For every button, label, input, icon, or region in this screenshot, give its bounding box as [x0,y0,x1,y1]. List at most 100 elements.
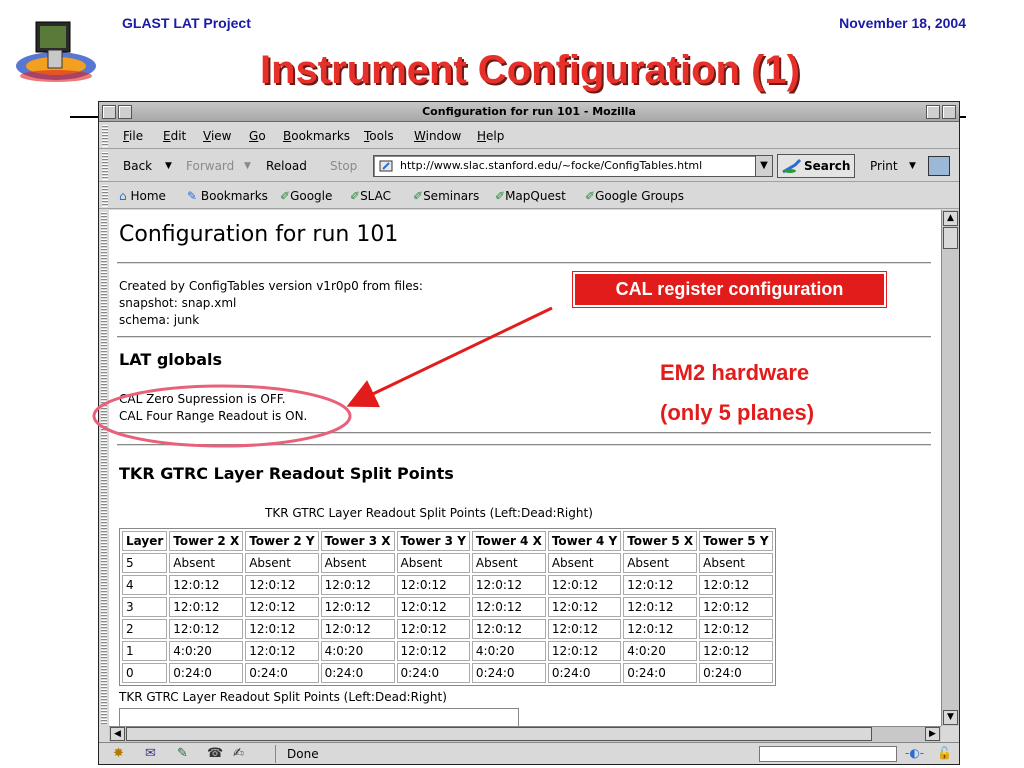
table-cell: 4 [122,575,168,595]
url-dropdown-icon[interactable]: ▼ [755,155,773,177]
scroll-up-arrow-icon[interactable]: ▲ [943,211,958,226]
personal-toolbar: ⌂ Home ✎ Bookmarks ✐Google ✐SLAC ✐Semina… [99,183,959,209]
table-column-header: Tower 3 Y [396,531,470,551]
horizontal-scrollbar[interactable]: ◀ ▶ [109,726,941,742]
table-cell: 12:0:12 [699,641,773,661]
table-cell: 12:0:12 [245,619,319,639]
connection-icon: -◐- [905,746,925,760]
table-cell: 12:0:12 [547,575,622,595]
table-cell: 0 [122,663,168,683]
mapquest-link[interactable]: ✐MapQuest [495,189,566,203]
chat-icon[interactable]: ✍ [233,746,244,761]
composer-icon[interactable]: ✎ [177,746,188,761]
security-lock-icon[interactable]: 🔓 [937,746,952,760]
menu-file[interactable]: File [123,129,143,143]
window-title: Configuration for run 101 - Mozilla [422,105,636,118]
table-cell: 12:0:12 [699,575,773,595]
table-column-header: Tower 5 X [623,531,698,551]
table-column-header: Tower 4 X [471,531,546,551]
vertical-scroll-thumb[interactable] [943,227,958,249]
navigation-toolbar: Back ▼ Forward ▼ Reload Stop http://www.… [99,150,959,182]
window-shade-button[interactable] [118,105,132,119]
table-column-header: Tower 4 Y [547,531,622,551]
mail-icon[interactable]: ✉ [145,746,156,761]
menu-bookmarks[interactable]: Bookmarks [283,129,350,143]
window-titlebar[interactable]: Configuration for run 101 - Mozilla [99,102,959,122]
table-row: 3 12:0:12 12:0:12 12:0:12 12:0:12 12:0:12 12:0… [122,597,773,617]
search-label: Search [804,159,851,173]
scroll-down-arrow-icon[interactable]: ▼ [943,710,958,725]
slac-link[interactable]: ✐SLAC [350,189,391,203]
table-row: 0 0:24:0 0:24:0 0:24:0 0:24:0 0:24:0 0:24:0 0:2… [122,663,773,683]
menu-window[interactable]: Window [414,129,461,143]
status-separator [275,745,276,763]
menu-bar: File Edit View Go Bookmarks Tools Window… [99,123,959,149]
table-cell: 12:0:12 [396,597,470,617]
seminars-link[interactable]: ✐Seminars [413,189,479,203]
table-cell: 12:0:12 [320,619,395,639]
scroll-right-arrow-icon[interactable]: ▶ [925,727,940,741]
slide-title: Instrument Configuration (1) [260,48,800,92]
tkr-split-points-table: Layer Tower 2 X Tower 2 Y Tower 3 X Tower 3 … [119,528,776,686]
menu-view[interactable]: View [203,129,231,143]
scroll-left-arrow-icon[interactable]: ◀ [110,727,125,741]
menu-help[interactable]: Help [477,129,504,143]
table-cell: 12:0:12 [320,597,395,617]
table-cell: 0:24:0 [169,663,244,683]
table-cell: 12:0:12 [169,597,244,617]
table-column-header: Tower 5 Y [699,531,773,551]
toolbar-grip[interactable] [102,125,108,147]
bookmark-pen-icon: ✐ [350,189,361,203]
navigator-icon[interactable]: ✸ [113,746,124,761]
mapquest-label: MapQuest [505,189,566,203]
print-button[interactable]: Print [870,159,898,173]
table-cell: 0:24:0 [623,663,698,683]
table-caption-2: TKR GTRC Layer Readout Split Points (Lef… [119,690,447,704]
toolbar-grip[interactable] [102,185,108,207]
menu-go[interactable]: Go [249,129,266,143]
table-column-header: Tower 3 X [320,531,395,551]
throbber-icon[interactable] [928,156,950,176]
url-input[interactable]: http://www.slac.stanford.edu/~focke/Conf… [373,155,769,177]
menu-edit[interactable]: Edit [163,129,186,143]
tkr-heading: TKR GTRC Layer Readout Split Points [119,464,454,483]
back-dropdown-icon[interactable]: ▼ [165,161,172,171]
table-cell: 12:0:12 [623,597,698,617]
google-link[interactable]: ✐Google [280,189,332,203]
table-header-row: Layer Tower 2 X Tower 2 Y Tower 3 X Tower 3 … [122,531,773,551]
print-dropdown-icon[interactable]: ▼ [909,161,916,171]
menu-tools[interactable]: Tools [364,129,394,143]
second-table-partial [119,708,519,726]
bookmark-pen-icon: ✐ [413,189,424,203]
google-groups-link[interactable]: ✐Google Groups [585,189,684,203]
vertical-scrollbar[interactable]: ▲ ▼ [941,210,959,726]
sidebar-grip[interactable] [101,212,107,724]
home-link[interactable]: ⌂ Home [119,189,166,203]
table-column-header: Tower 2 Y [245,531,319,551]
address-book-icon[interactable]: ☎ [207,746,223,761]
stop-button[interactable]: Stop [330,159,357,173]
back-button[interactable]: Back [123,159,152,173]
table-cell: Absent [396,553,470,573]
table-column-header: Tower 2 X [169,531,244,551]
google-groups-label: Google Groups [595,189,684,203]
window-maximize-button[interactable] [942,105,956,119]
table-cell: 12:0:12 [547,597,622,617]
lat-globals-heading: LAT globals [119,350,223,369]
bookmark-pen-icon: ✐ [495,189,506,203]
progress-meter [759,746,897,762]
toolbar-grip[interactable] [102,152,108,180]
window-minimize-button[interactable] [926,105,940,119]
divider [117,432,931,434]
search-button[interactable]: Search [777,154,855,178]
table-cell: Absent [623,553,698,573]
table-cell: 0:24:0 [320,663,395,683]
forward-dropdown-icon[interactable]: ▼ [244,161,251,171]
forward-button[interactable]: Forward [186,159,234,173]
table-cell: 0:24:0 [547,663,622,683]
window-menu-button[interactable] [102,105,116,119]
reload-button[interactable]: Reload [266,159,307,173]
horizontal-scroll-thumb[interactable] [126,727,872,741]
bookmarks-link[interactable]: ✎ Bookmarks [187,189,268,203]
callout-cal-register: CAL register configuration [572,271,887,308]
